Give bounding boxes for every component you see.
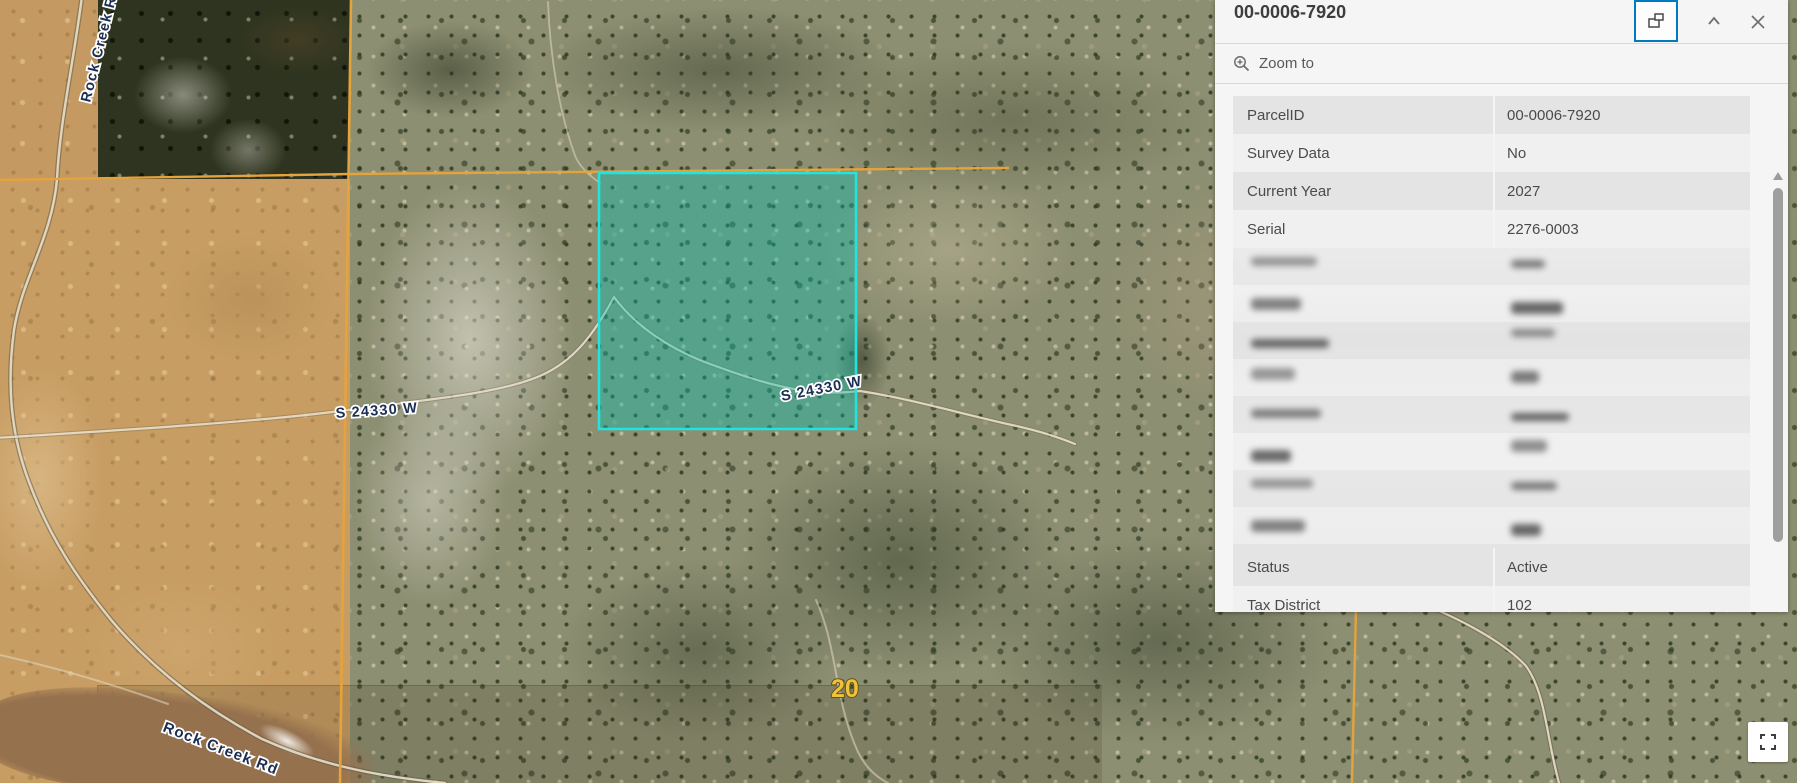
redacted-row bbox=[1233, 248, 1750, 285]
redacted-smudge bbox=[1511, 524, 1541, 536]
road-s-24330-w bbox=[0, 297, 1075, 444]
scrollbar-thumb[interactable] bbox=[1773, 188, 1783, 542]
road-label: S 24330 W bbox=[335, 400, 418, 422]
dock-icon bbox=[1647, 12, 1665, 30]
row-label: Status bbox=[1233, 548, 1493, 586]
redacted-row bbox=[1233, 285, 1750, 322]
row-value: 00-0006-7920 bbox=[1493, 96, 1750, 134]
redacted-smudge bbox=[1511, 260, 1545, 268]
redacted-row bbox=[1233, 396, 1750, 433]
road-label: Rock Creek Rd bbox=[161, 719, 281, 779]
chevron-up-icon bbox=[1705, 13, 1723, 31]
table-row: Tax District102 bbox=[1233, 586, 1750, 612]
redacted-row bbox=[1233, 470, 1750, 507]
row-label: Serial bbox=[1233, 210, 1493, 248]
redacted-smudge bbox=[1251, 520, 1305, 532]
redacted-smudge bbox=[1251, 368, 1295, 380]
app-window: Rock Creek R S 24330 W S 24330 W Rock Cr… bbox=[0, 0, 1797, 783]
table-row: Current Year2027 bbox=[1233, 172, 1750, 210]
popup-title: 00-0006-7920 bbox=[1234, 0, 1634, 23]
redacted-smudge bbox=[1251, 479, 1313, 488]
row-value: 2276-0003 bbox=[1493, 210, 1750, 248]
redacted-smudge bbox=[1251, 409, 1321, 418]
table-row: Serial2276-0003 bbox=[1233, 210, 1750, 248]
redacted-row bbox=[1233, 507, 1750, 544]
zoom-to-label: Zoom to bbox=[1259, 55, 1314, 72]
popup-header: 00-0006-7920 bbox=[1215, 0, 1788, 44]
panel-scrollbar[interactable] bbox=[1772, 172, 1785, 612]
road-rock-creek bbox=[0, 0, 445, 783]
redacted-rows-section bbox=[1233, 248, 1750, 548]
scroll-up-arrow-icon[interactable] bbox=[1773, 172, 1783, 180]
row-value: Active bbox=[1493, 548, 1750, 586]
section-number-label: 20 bbox=[831, 675, 859, 703]
redacted-smudge bbox=[1511, 302, 1563, 314]
row-value: 102 bbox=[1493, 586, 1750, 612]
collapse-button[interactable] bbox=[1692, 2, 1736, 42]
row-label: Current Year bbox=[1233, 172, 1493, 210]
redacted-smudge bbox=[1511, 371, 1539, 383]
row-label: ParcelID bbox=[1233, 96, 1493, 134]
redacted-smudge bbox=[1251, 339, 1329, 348]
close-button[interactable] bbox=[1736, 2, 1780, 42]
zoom-to-action[interactable]: Zoom to bbox=[1215, 44, 1788, 84]
fullscreen-button[interactable] bbox=[1748, 722, 1788, 762]
redacted-smudge bbox=[1511, 440, 1547, 452]
magnifier-plus-icon bbox=[1233, 55, 1250, 72]
redacted-row bbox=[1233, 359, 1750, 396]
redacted-smudge bbox=[1251, 298, 1301, 310]
row-label: Survey Data bbox=[1233, 134, 1493, 172]
popup-panel: 00-0006-7920 bbox=[1215, 0, 1788, 612]
redacted-smudge bbox=[1251, 257, 1317, 266]
table-row: ParcelID00-0006-7920 bbox=[1233, 96, 1750, 134]
redacted-smudge bbox=[1511, 482, 1557, 490]
fullscreen-icon bbox=[1758, 732, 1778, 752]
row-value: 2027 bbox=[1493, 172, 1750, 210]
redacted-smudge bbox=[1511, 329, 1555, 337]
row-value: No bbox=[1493, 134, 1750, 172]
table-row: StatusActive bbox=[1233, 548, 1750, 586]
row-label: Tax District bbox=[1233, 586, 1493, 612]
redacted-smudge bbox=[1511, 413, 1569, 421]
dock-button[interactable] bbox=[1634, 0, 1678, 42]
table-row: Survey DataNo bbox=[1233, 134, 1750, 172]
redacted-row bbox=[1233, 322, 1750, 359]
redacted-row bbox=[1233, 433, 1750, 470]
redacted-smudge bbox=[1251, 450, 1291, 462]
road-label: Rock Creek R bbox=[78, 0, 120, 104]
close-icon bbox=[1750, 14, 1766, 30]
attribute-table: ParcelID00-0006-7920Survey DataNoCurrent… bbox=[1215, 84, 1788, 612]
